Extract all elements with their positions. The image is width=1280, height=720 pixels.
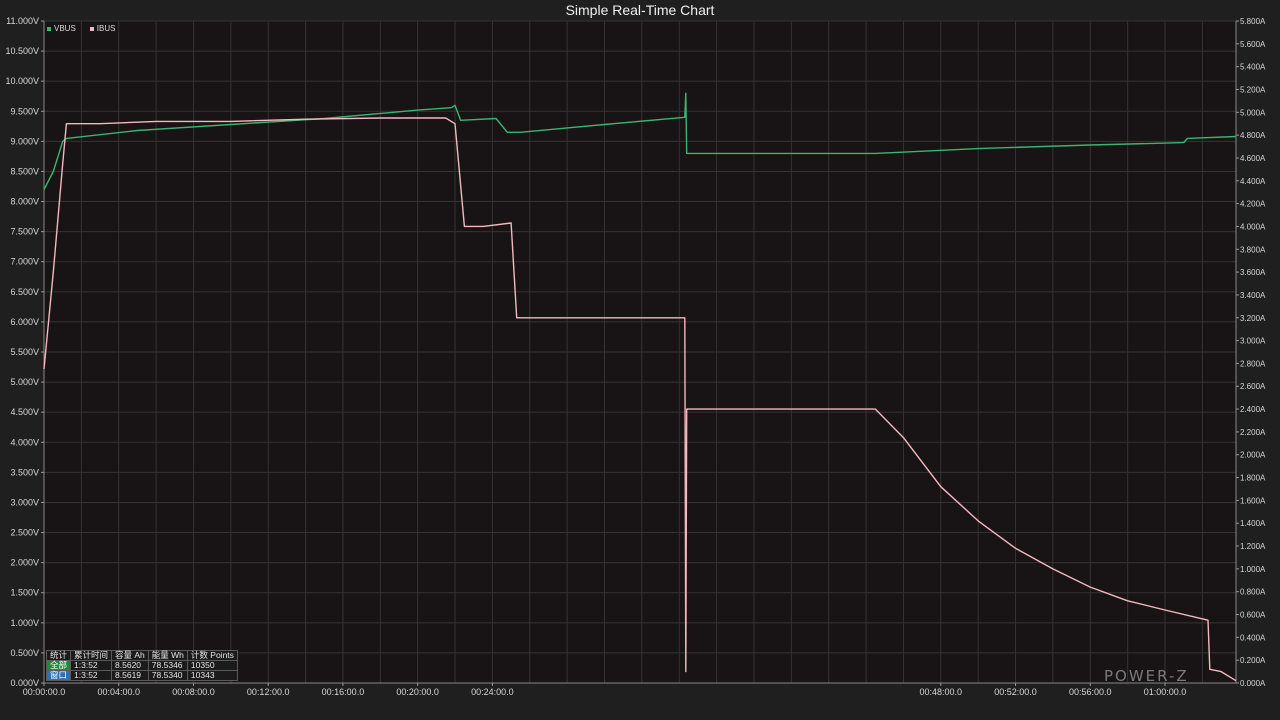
y-right-tick-label: 1.000A bbox=[1240, 565, 1266, 574]
y-right-tick-label: 5.800A bbox=[1240, 17, 1266, 26]
y-left-tick-label: 11.000V bbox=[6, 16, 39, 26]
x-tick-label: 00:04:00.0 bbox=[97, 687, 140, 697]
stats-table: 统计 累计时间 容量 Ah 能量 Wh 计数 Points 全部 1:3:52 … bbox=[45, 650, 238, 681]
y-right-tick-label: 2.000A bbox=[1240, 451, 1266, 460]
y-right-tick-label: 3.600A bbox=[1240, 268, 1266, 277]
y-right-tick-label: 0.800A bbox=[1240, 588, 1266, 597]
y-right-tick-label: 4.400A bbox=[1240, 177, 1266, 186]
stats-cell-ah: 8.5620 bbox=[111, 660, 149, 671]
y-left-tick-label: 7.000V bbox=[10, 257, 39, 267]
y-right-tick-label: 4.800A bbox=[1240, 131, 1266, 140]
y-left-tick-label: 6.500V bbox=[10, 287, 39, 297]
x-tick-label: 00:20:00.0 bbox=[396, 687, 439, 697]
y-right-tick-label: 5.200A bbox=[1240, 85, 1266, 94]
y-right-tick-label: 1.800A bbox=[1240, 474, 1266, 483]
y-right-tick-label: 5.600A bbox=[1240, 40, 1266, 49]
y-right-tick-label: 5.400A bbox=[1240, 63, 1266, 72]
x-tick-label: 00:52:00.0 bbox=[994, 687, 1037, 697]
y-right-tick-label: 2.600A bbox=[1240, 382, 1266, 391]
stats-cell-wh: 78.5346 bbox=[147, 660, 188, 671]
x-tick-label: 00:48:00.0 bbox=[920, 687, 963, 697]
y-right-tick-label: 4.000A bbox=[1240, 222, 1266, 231]
y-right-tick-label: 0.000A bbox=[1240, 679, 1266, 688]
chart-legend: VBUS IBUS bbox=[47, 24, 115, 33]
legend-swatch-vbus bbox=[47, 26, 51, 31]
stats-cell-points: 10350 bbox=[186, 660, 238, 671]
y-left-tick-label: 5.500V bbox=[10, 347, 39, 357]
y-left-tick-label: 2.000V bbox=[10, 558, 39, 568]
stats-cell-wh: 78.5340 bbox=[147, 670, 188, 681]
x-tick-label: 00:24:00.0 bbox=[471, 687, 514, 697]
stats-cell-time: 1:3:52 bbox=[70, 670, 113, 681]
y-right-tick-label: 1.200A bbox=[1240, 542, 1266, 551]
legend-label-vbus: VBUS bbox=[54, 24, 76, 33]
stats-header: 计数 Points bbox=[186, 650, 238, 661]
y-left-tick-label: 3.500V bbox=[10, 467, 39, 477]
y-left-tick-label: 8.500V bbox=[10, 166, 39, 176]
y-left-tick-label: 8.000V bbox=[10, 197, 39, 207]
y-left-tick-label: 6.000V bbox=[10, 317, 39, 327]
stats-cell-points: 10343 bbox=[186, 670, 238, 681]
legend-label-ibus: IBUS bbox=[96, 24, 116, 33]
y-right-tick-label: 5.000A bbox=[1240, 108, 1266, 117]
y-left-tick-label: 4.000V bbox=[10, 437, 39, 447]
y-right-tick-label: 4.200A bbox=[1240, 200, 1266, 209]
y-left-tick-label: 3.000V bbox=[10, 497, 39, 507]
y-left-tick-label: 9.000V bbox=[10, 136, 39, 146]
y-left-tick-label: 7.500V bbox=[10, 227, 39, 237]
y-right-tick-label: 2.400A bbox=[1240, 405, 1266, 414]
stats-header: 容量 Ah bbox=[111, 650, 149, 661]
y-left-tick-label: 4.500V bbox=[10, 407, 39, 417]
x-tick-label: 00:16:00.0 bbox=[322, 687, 365, 697]
y-left-tick-label: 10.500V bbox=[5, 46, 39, 56]
y-left-tick-label: 9.500V bbox=[10, 106, 39, 116]
watermark-logo: POWER-Z bbox=[1104, 667, 1189, 685]
y-right-tick-label: 1.600A bbox=[1240, 496, 1266, 505]
x-tick-label: 00:56:00.0 bbox=[1069, 687, 1112, 697]
stats-row-all: 全部 1:3:52 8.5620 78.5346 10350 bbox=[45, 660, 238, 671]
y-right-tick-label: 1.400A bbox=[1240, 519, 1266, 528]
stats-header: 累计时间 bbox=[70, 650, 113, 661]
y-right-tick-label: 3.200A bbox=[1240, 314, 1266, 323]
chart-canvas: 0.000V0.500V1.000V1.500V2.000V2.500V3.00… bbox=[5, 16, 1266, 697]
y-right-tick-label: 3.800A bbox=[1240, 245, 1266, 254]
x-tick-label: 00:08:00.0 bbox=[172, 687, 215, 697]
x-tick-label: 00:12:00.0 bbox=[247, 687, 290, 697]
y-left-tick-label: 1.000V bbox=[10, 618, 39, 628]
stats-header: 统计 bbox=[45, 650, 72, 661]
stats-cell-time: 1:3:52 bbox=[70, 660, 113, 671]
y-right-tick-label: 2.800A bbox=[1240, 359, 1266, 368]
y-left-tick-label: 10.000V bbox=[5, 76, 39, 86]
y-right-tick-label: 2.200A bbox=[1240, 428, 1266, 437]
y-right-tick-label: 3.400A bbox=[1240, 291, 1266, 300]
stats-cell-ah: 8.5619 bbox=[111, 670, 149, 681]
x-tick-label: 00:00:00.0 bbox=[23, 687, 66, 697]
legend-swatch-ibus bbox=[89, 26, 94, 31]
y-left-tick-label: 5.000V bbox=[10, 377, 39, 387]
y-right-tick-label: 0.600A bbox=[1240, 611, 1266, 620]
y-left-tick-label: 1.500V bbox=[10, 588, 39, 598]
y-right-tick-label: 0.400A bbox=[1240, 633, 1266, 642]
stats-row-window: 窗口 1:3:52 8.5619 78.5340 10343 bbox=[45, 670, 238, 681]
stats-row-label: 全部 bbox=[45, 660, 72, 671]
stats-row-label: 窗口 bbox=[45, 670, 72, 681]
y-right-tick-label: 3.000A bbox=[1240, 337, 1266, 346]
stats-header: 能量 Wh bbox=[147, 650, 188, 661]
y-left-tick-label: 2.500V bbox=[10, 528, 39, 538]
stats-header-row: 统计 累计时间 容量 Ah 能量 Wh 计数 Points bbox=[45, 650, 238, 661]
x-tick-label: 01:00:00.0 bbox=[1144, 687, 1187, 697]
y-right-tick-label: 4.600A bbox=[1240, 154, 1266, 163]
legend-item-vbus: VBUS bbox=[47, 24, 76, 33]
legend-item-ibus: IBUS bbox=[89, 24, 116, 33]
y-right-tick-label: 0.200A bbox=[1240, 656, 1266, 665]
y-left-tick-label: 0.500V bbox=[10, 648, 39, 658]
